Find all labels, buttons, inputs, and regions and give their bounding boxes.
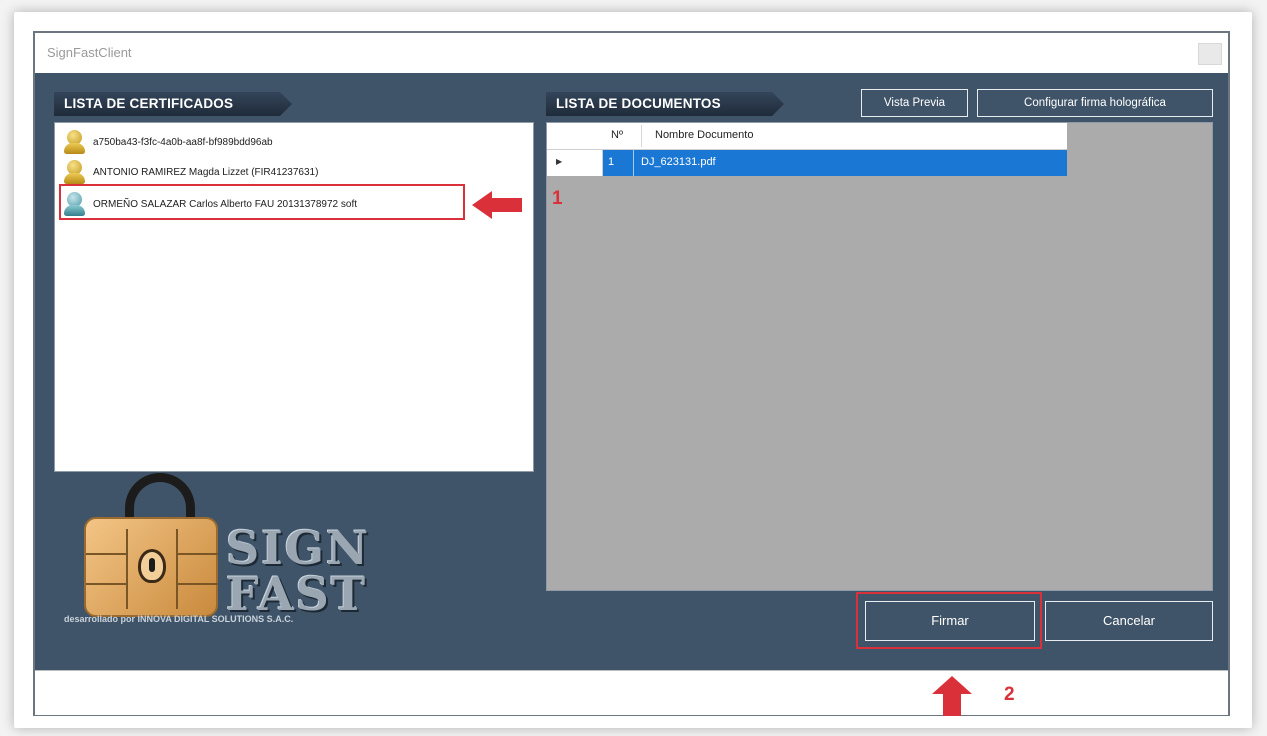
status-bar	[35, 670, 1228, 715]
certificate-item[interactable]: a750ba43-f3fc-4a0b-aa8f-bf989bdd96ab	[63, 129, 273, 155]
certificate-label: a750ba43-f3fc-4a0b-aa8f-bf989bdd96ab	[93, 136, 273, 148]
annotation-up-arrow-icon	[932, 676, 972, 716]
column-number-header[interactable]: Nº	[611, 129, 623, 141]
padlock-chip-icon	[84, 517, 218, 617]
row-document-name: DJ_623131.pdf	[641, 156, 716, 168]
close-window-button[interactable]	[1198, 43, 1222, 65]
developer-credit: desarrollado por INNOVA DIGITAL SOLUTION…	[64, 614, 294, 624]
selected-row-cells[interactable]: 1 DJ_623131.pdf	[603, 150, 1067, 176]
row-header[interactable]: ▶	[547, 150, 603, 176]
annotation-left-arrow-icon	[472, 191, 522, 219]
column-name-header[interactable]: Nombre Documento	[655, 129, 753, 141]
certificate-label: ANTONIO RAMIREZ Magda Lizzet (FIR4123763…	[93, 166, 319, 178]
certificate-list[interactable]: a750ba43-f3fc-4a0b-aa8f-bf989bdd96ab ANT…	[54, 122, 534, 472]
documents-header: LISTA DE DOCUMENTOS	[546, 92, 784, 116]
annotation-step-2: 2	[1004, 684, 1015, 705]
cancel-button[interactable]: Cancelar	[1045, 601, 1213, 641]
documents-grid[interactable]: Nº Nombre Documento ▶ 1 DJ_623131.pdf	[546, 122, 1213, 591]
row-number: 1	[608, 156, 615, 168]
main-panel: LISTA DE CERTIFICADOS a750ba43-f3fc-4a0b…	[35, 73, 1228, 670]
certificates-header: LISTA DE CERTIFICADOS	[54, 92, 292, 116]
user-certificate-icon	[63, 159, 87, 185]
table-row[interactable]: ▶ 1 DJ_623131.pdf	[547, 150, 1067, 176]
certificate-annotation-box	[59, 184, 465, 220]
sign-button-annotation-box	[856, 592, 1042, 649]
certificate-item[interactable]: ANTONIO RAMIREZ Magda Lizzet (FIR4123763…	[63, 159, 318, 185]
cell-divider	[633, 150, 634, 176]
user-certificate-icon	[63, 129, 87, 155]
window-title: SignFastClient	[47, 45, 132, 60]
logo-text-fast: FAST	[226, 567, 368, 621]
grid-header: Nº Nombre Documento	[547, 123, 1067, 150]
keyhole-icon	[138, 549, 166, 583]
annotation-step-1: 1	[552, 188, 563, 209]
signfast-logo: SIGN FAST	[80, 473, 400, 623]
configure-signature-button[interactable]: Configurar firma holográfica	[977, 89, 1213, 117]
preview-button[interactable]: Vista Previa	[861, 89, 968, 117]
column-divider	[641, 125, 642, 147]
row-pointer-icon: ▶	[556, 157, 563, 166]
title-bar: SignFastClient	[35, 33, 1228, 74]
